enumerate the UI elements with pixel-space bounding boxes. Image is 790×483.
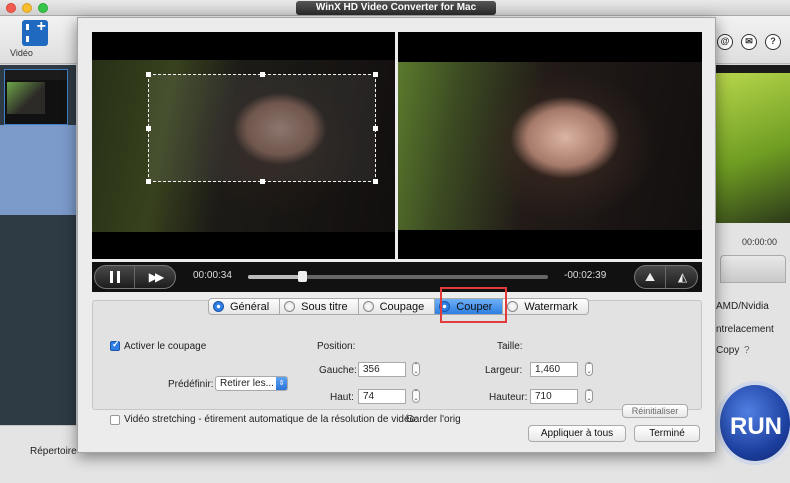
crop-handle-top-left[interactable] xyxy=(146,72,151,77)
tab-general[interactable]: Général xyxy=(208,298,281,315)
zoom-window-button[interactable] xyxy=(38,3,48,13)
top-input[interactable]: 74 xyxy=(358,389,406,404)
crop-tab-highlight xyxy=(440,287,507,323)
radio-icon xyxy=(507,301,519,312)
crop-handle-bottom-right[interactable] xyxy=(373,179,378,184)
left-stepper[interactable]: ⌃ ⌄ xyxy=(412,362,420,376)
crop-handle-top-right[interactable] xyxy=(373,72,378,77)
folder-tab[interactable] xyxy=(720,255,786,283)
hardware-accel-label: AMD/Nvidia xyxy=(716,301,769,312)
seek-slider[interactable] xyxy=(248,271,548,282)
radio-icon xyxy=(362,301,374,312)
seek-progress xyxy=(248,275,302,279)
flip-icon[interactable]: ◭ xyxy=(667,266,698,288)
tab-subtitles[interactable]: Sous titre xyxy=(280,298,359,315)
tab-trim[interactable]: Coupage xyxy=(358,298,436,315)
preset-select[interactable]: Retirer les... ⇕ xyxy=(215,376,288,391)
add-video-button[interactable]: Vidéo xyxy=(10,18,60,62)
video-thumbnail[interactable] xyxy=(4,69,68,125)
seek-knob[interactable] xyxy=(298,271,307,282)
reset-button[interactable]: Réinitialiser xyxy=(622,404,688,418)
top-stepper[interactable]: ⌃ ⌄ xyxy=(412,389,420,403)
main-preview-image xyxy=(714,73,790,223)
title-bar: WinX HD Video Converter for Mac xyxy=(0,0,790,16)
chevron-updown-icon: ⇕ xyxy=(276,377,287,390)
copy-help-icon[interactable]: ? xyxy=(744,345,750,356)
width-input[interactable]: 1,460 xyxy=(530,362,578,377)
crop-handle-right[interactable] xyxy=(373,126,378,131)
height-label: Hauteur: xyxy=(489,392,528,403)
crop-settings-panel: Activer le coupage Prédéfinir: Retirer l… xyxy=(92,300,702,425)
rotate-icon[interactable]: ⛰ xyxy=(635,266,666,288)
stretch-checkbox[interactable] xyxy=(110,415,120,425)
add-video-label: Vidéo xyxy=(10,48,33,58)
output-frame-image xyxy=(398,62,702,230)
close-window-button[interactable] xyxy=(6,3,16,13)
file-list-panel xyxy=(0,65,76,425)
tab-label: Sous titre xyxy=(301,300,348,313)
preview-tools: ⛰ ◭ xyxy=(634,265,698,289)
output-preview xyxy=(398,32,702,259)
tab-label: Watermark xyxy=(524,300,578,313)
left-input[interactable]: 356 xyxy=(358,362,406,377)
done-button[interactable]: Terminé xyxy=(634,425,700,442)
preset-value: Retirer les... xyxy=(220,378,274,389)
enable-crop-checkbox[interactable] xyxy=(110,339,120,351)
crop-selection-box[interactable] xyxy=(146,72,378,184)
settings-tabs: Général Sous titre Coupage Couper Waterm… xyxy=(208,298,589,315)
stretch-label: Vidéo stretching - étirement automatique… xyxy=(124,414,418,425)
pause-button[interactable] xyxy=(95,266,135,288)
mail-icon[interactable]: ✉ xyxy=(741,34,757,50)
preset-label: Prédéfinir: xyxy=(168,379,214,390)
left-label: Gauche: xyxy=(319,365,357,376)
crop-handle-left[interactable] xyxy=(146,126,151,131)
edit-dialog: ▶▶ 00:00:34 -00:02:39 ⛰ ◭ Activer le cou… xyxy=(77,17,716,453)
minimize-window-button[interactable] xyxy=(22,3,32,13)
selected-file-highlight xyxy=(0,125,76,215)
preview-time: 00:00:00 xyxy=(742,237,778,247)
add-video-icon xyxy=(22,18,48,46)
position-label: Position: xyxy=(317,341,356,352)
source-preview xyxy=(92,32,395,259)
deinterlace-label: ntrelacement xyxy=(716,324,774,335)
height-stepper[interactable]: ⌃ ⌄ xyxy=(585,389,593,403)
width-stepper[interactable]: ⌃ ⌄ xyxy=(585,362,593,376)
current-time: 00:00:34 xyxy=(193,270,232,281)
output-folder-label: Répertoire xyxy=(30,446,77,457)
tab-watermark[interactable]: Watermark xyxy=(503,298,589,315)
help-icon[interactable]: ? xyxy=(765,34,781,50)
radio-icon xyxy=(213,301,224,312)
preview-top-bar xyxy=(714,65,790,73)
right-panel: 00:00:00 AMD/Nvidia ntrelacement Copy ? … xyxy=(714,65,790,483)
keep-original-label: Garder l'orig xyxy=(406,414,461,425)
safe-copy-label: Copy xyxy=(716,345,740,356)
playback-buttons: ▶▶ xyxy=(94,265,176,289)
enable-crop-label: Activer le coupage xyxy=(124,341,207,352)
height-input[interactable]: 710 xyxy=(530,389,578,404)
run-button[interactable]: RUN xyxy=(714,373,790,473)
thumbnail-top-bar xyxy=(5,70,67,80)
radio-icon xyxy=(284,301,296,312)
width-label: Largeur: xyxy=(485,365,523,376)
thumbnail-image xyxy=(7,82,45,114)
apply-to-all-button[interactable]: Appliquer à tous xyxy=(528,425,626,442)
window-title: WinX HD Video Converter for Mac xyxy=(296,1,496,15)
crop-handle-bottom[interactable] xyxy=(260,179,265,184)
top-label: Haut: xyxy=(330,392,354,403)
playback-controls: ▶▶ 00:00:34 -00:02:39 ⛰ ◭ xyxy=(92,262,702,292)
crop-handle-top[interactable] xyxy=(260,72,265,77)
user-icon[interactable]: @ xyxy=(717,34,733,50)
tab-label: Général xyxy=(230,300,270,313)
crop-handle-bottom-left[interactable] xyxy=(146,179,151,184)
tab-label: Coupage xyxy=(379,300,425,313)
size-label: Taille: xyxy=(497,341,523,352)
run-label: RUN xyxy=(730,413,782,440)
remaining-time: -00:02:39 xyxy=(564,270,607,281)
fast-forward-button[interactable]: ▶▶ xyxy=(136,266,174,288)
